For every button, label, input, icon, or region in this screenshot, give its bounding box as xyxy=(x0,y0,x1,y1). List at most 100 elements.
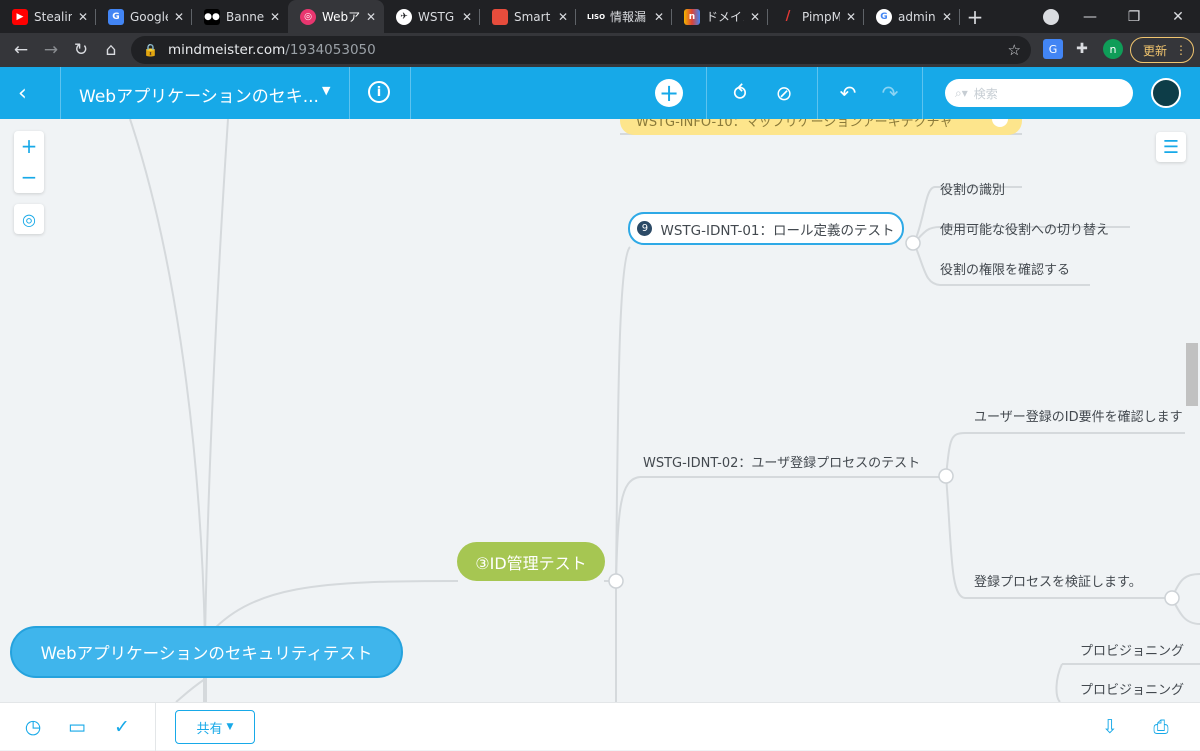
user-avatar[interactable] xyxy=(1151,78,1181,108)
mindmeister-icon: ◎ xyxy=(300,8,316,25)
branch-label: ③ID管理テスト xyxy=(475,553,587,573)
map-node-idnt-01-label: WSTG-IDNT-01：ロール定義のテスト xyxy=(660,222,895,239)
map-node-root[interactable]: Webアプリケーションのセキュリティテスト xyxy=(10,626,403,678)
chevron-down-icon: ▼ xyxy=(226,722,234,732)
window-controls: — ❐ ✕ xyxy=(1068,0,1200,33)
add-topic-button[interactable]: + xyxy=(655,79,683,107)
map-node-provisioning-1[interactable]: プロビジョニング xyxy=(1080,640,1184,659)
url-path: /1934053050 xyxy=(285,42,376,58)
browser-tab[interactable]: G Google ✕ xyxy=(96,0,192,33)
window-close-icon[interactable]: ✕ xyxy=(1156,9,1200,25)
browser-tab[interactable]: G admin ✕ xyxy=(864,0,960,33)
search-icon: ⌕▾ xyxy=(955,85,968,100)
map-title[interactable]: Webアプリケーションのセキ... xyxy=(79,82,319,107)
kebab-menu-icon: ⋮ xyxy=(1175,43,1188,57)
google-translate-icon: G xyxy=(108,8,124,25)
google-icon: G xyxy=(876,8,892,25)
owasp-icon: ✈ xyxy=(396,8,412,25)
browser-tab[interactable]: ▶ Stealing ✕ xyxy=(0,0,96,33)
connect-icon[interactable]: ⥀ xyxy=(726,79,754,107)
checkmark-icon[interactable]: ✓ xyxy=(110,715,134,739)
extensions-puzzle-icon[interactable]: ✚ xyxy=(1072,39,1092,59)
map-node-role-switch[interactable]: 使用可能な役割への切り替え xyxy=(940,219,1109,238)
zoom-control: + − xyxy=(14,131,44,193)
app-header: ‹ Webアプリケーションのセキ... ▼ i + ⥀ ⊘ ↶ ↷ ⌕▾ 検索 xyxy=(0,67,1200,119)
tab-title: WSTG xyxy=(418,9,455,24)
chevron-down-icon[interactable]: ▼ xyxy=(322,84,330,97)
update-button[interactable]: 更新 ⋮ xyxy=(1130,37,1194,63)
back-arrow-icon[interactable]: ← xyxy=(6,40,36,60)
lock-icon[interactable]: 🔒 xyxy=(143,43,158,57)
close-icon[interactable]: ✕ xyxy=(270,10,280,24)
browser-tab[interactable]: LISO 情報漏 ✕ xyxy=(576,0,672,33)
restore-icon[interactable]: ❐ xyxy=(1112,9,1156,25)
share-label: 共有 xyxy=(196,721,223,737)
address-bar[interactable]: 🔒 mindmeister.com/1934053050 ☆ xyxy=(131,36,1031,64)
new-tab-button[interactable]: + xyxy=(960,0,990,33)
close-icon[interactable]: ✕ xyxy=(174,10,184,24)
tab-title: ドメイン xyxy=(706,10,744,24)
history-icon[interactable]: ◷ xyxy=(21,715,45,739)
close-icon[interactable]: ✕ xyxy=(654,10,664,24)
profile-avatar[interactable]: n xyxy=(1103,39,1123,59)
tab-title: 情報漏 xyxy=(610,10,647,24)
close-icon[interactable]: ✕ xyxy=(366,10,376,24)
undo-icon[interactable]: ↶ xyxy=(834,79,862,107)
map-node-verify-registration[interactable]: 登録プロセスを検証します。 xyxy=(974,571,1142,590)
map-node-provisioning-2[interactable]: プロビジョニング xyxy=(1080,679,1184,698)
tab-search-icon[interactable] xyxy=(1043,9,1059,25)
presentation-icon[interactable]: ▭ xyxy=(65,715,89,739)
tab-title: PimpM xyxy=(802,9,840,24)
root-label: Webアプリケーションのセキュリティテスト xyxy=(40,644,373,663)
map-node-top[interactable]: WSTG-INFO-10：マッフリケーションアーキテクチャ − xyxy=(620,119,1022,135)
medium-icon: ●● xyxy=(204,8,220,25)
youtube-icon: ▶ xyxy=(12,8,28,25)
search-input[interactable]: ⌕▾ 検索 xyxy=(945,79,1133,107)
info-icon[interactable]: i xyxy=(368,81,390,103)
zoom-in-icon[interactable]: + xyxy=(14,131,44,162)
url-domain: mindmeister.com xyxy=(167,42,286,58)
map-node-id-requirements[interactable]: ユーザー登録のID要件を確認します xyxy=(974,406,1183,425)
close-icon[interactable]: ✕ xyxy=(462,10,472,24)
translate-extension-icon[interactable]: G xyxy=(1043,39,1063,59)
redo-icon[interactable]: ↷ xyxy=(876,79,904,107)
back-chevron-icon[interactable]: ‹ xyxy=(18,81,27,106)
task-count-badge: 9 xyxy=(637,221,653,236)
hamburger-menu-icon[interactable]: ☰ xyxy=(1156,132,1186,162)
browser-tab-active[interactable]: ◎ Webア ✕ xyxy=(288,0,384,33)
map-node-idnt-01[interactable]: 9 WSTG-IDNT-01：ロール定義のテスト xyxy=(628,212,904,245)
collapse-toggle-icon[interactable]: − xyxy=(992,119,1008,127)
map-node-role-identify[interactable]: 役割の識別 xyxy=(940,179,1005,198)
map-node-role-permissions[interactable]: 役割の権限を確認する xyxy=(940,259,1070,278)
close-icon[interactable]: ✕ xyxy=(750,10,760,24)
print-icon[interactable]: ⎙ xyxy=(1149,715,1173,739)
tab-title: Smart xyxy=(514,9,551,24)
vertical-scrollbar[interactable] xyxy=(1186,343,1198,406)
forward-arrow-icon[interactable]: → xyxy=(36,40,66,60)
reload-icon[interactable]: ↻ xyxy=(66,40,96,60)
center-map-icon[interactable]: ◎ xyxy=(14,204,44,234)
cloud-download-icon[interactable]: ⇩ xyxy=(1098,715,1122,739)
update-label: 更新 xyxy=(1143,43,1168,58)
bookmark-star-icon[interactable]: ☆ xyxy=(1008,41,1021,59)
close-icon[interactable]: ✕ xyxy=(78,10,88,24)
map-node-idnt-02[interactable]: WSTG-IDNT-02：ユーザ登録プロセスのテスト xyxy=(643,452,920,471)
browser-tab[interactable]: / PimpM ✕ xyxy=(768,0,864,33)
close-icon[interactable]: ✕ xyxy=(846,10,856,24)
tab-title: Google xyxy=(130,9,168,24)
browser-tab[interactable]: ✈ WSTG ✕ xyxy=(384,0,480,33)
share-button[interactable]: 共有 ▼ xyxy=(175,710,255,744)
close-icon[interactable]: ✕ xyxy=(942,10,952,24)
browser-tab[interactable]: ●● Banner ✕ xyxy=(192,0,288,33)
no-entry-icon[interactable]: ⊘ xyxy=(770,79,798,107)
home-icon[interactable]: ⌂ xyxy=(96,40,126,60)
pimp-icon: / xyxy=(780,8,796,25)
browser-toolbar: ← → ↻ ⌂ 🔒 mindmeister.com/1934053050 ☆ G… xyxy=(0,33,1200,67)
browser-tab[interactable]: Smart ✕ xyxy=(480,0,576,33)
minimize-icon[interactable]: — xyxy=(1068,9,1112,25)
mind-map-canvas[interactable]: WSTG-INFO-10：マッフリケーションアーキテクチャ − 9 WSTG-I… xyxy=(0,119,1200,702)
close-icon[interactable]: ✕ xyxy=(558,10,568,24)
map-node-branch-id-management[interactable]: ③ID管理テスト xyxy=(457,542,605,581)
zoom-out-icon[interactable]: − xyxy=(14,162,44,193)
browser-tab[interactable]: n ドメイン ✕ xyxy=(672,0,768,33)
